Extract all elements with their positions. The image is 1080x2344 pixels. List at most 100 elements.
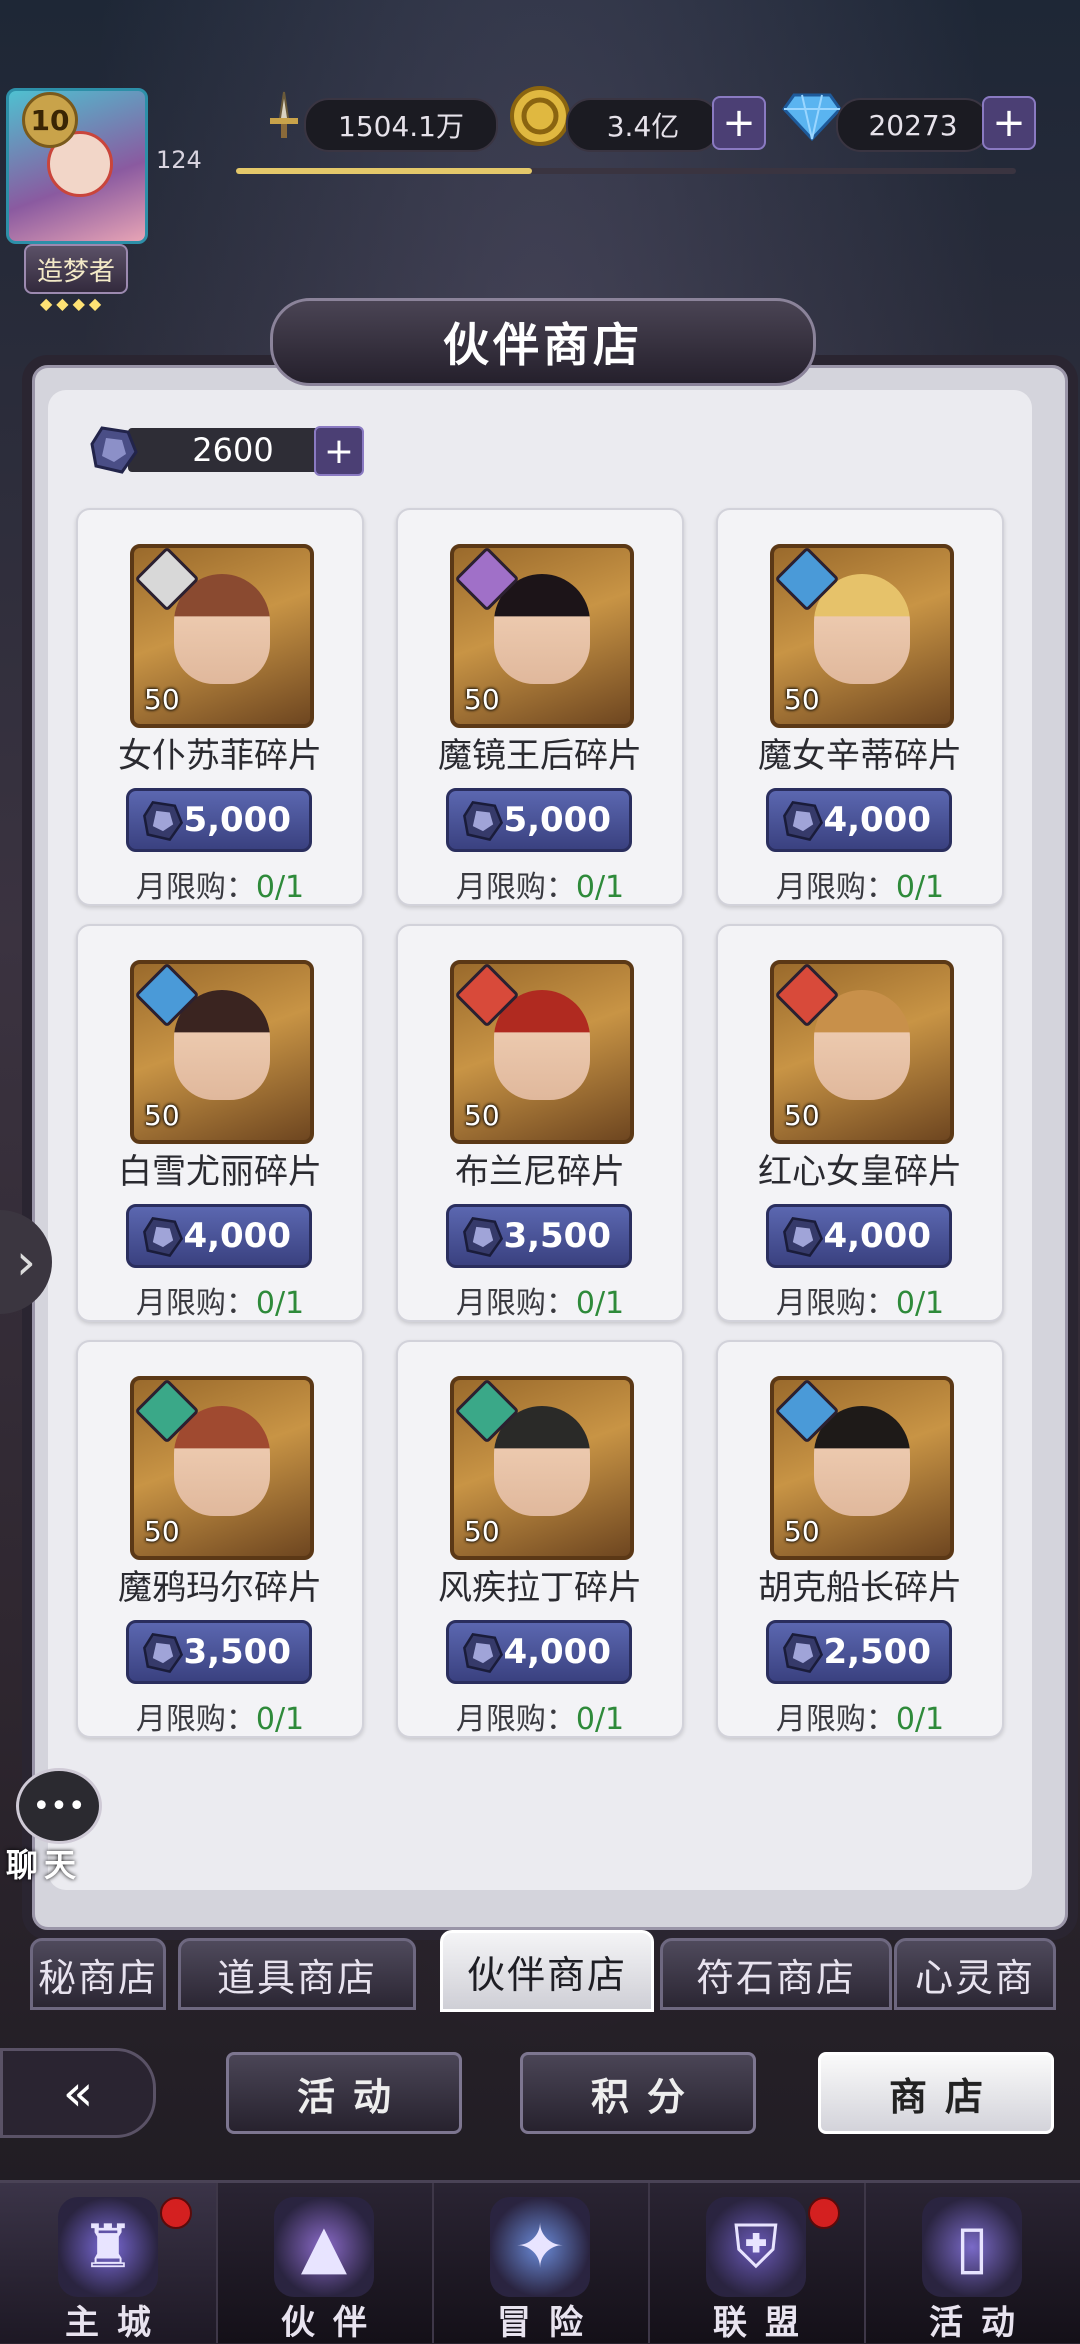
limit-value: 0/1 — [575, 870, 625, 905]
buy-button[interactable]: 2,500 — [766, 1620, 952, 1684]
buy-button[interactable]: 4,000 — [766, 788, 952, 852]
nav-label: 联盟 — [713, 2303, 817, 2343]
bottom-nav: ♜ 主城 ▲ 伙伴 ✦ 冒险 ⛨ 联盟 ▯ 活动 — [0, 2180, 1080, 2343]
shop-item-card[interactable]: 50 红心女皇碎片 4,000 月限购：0/1 — [716, 924, 1004, 1322]
gold-coin-icon — [508, 84, 572, 148]
chat-button[interactable]: ••• 聊天 — [6, 1768, 102, 1884]
fragment-count: 50 — [784, 683, 820, 716]
shop-item-card[interactable]: 50 魔女辛蒂碎片 4,000 月限购：0/1 — [716, 508, 1004, 906]
nav-1[interactable]: ♜ 主城 — [0, 2183, 218, 2343]
shop-currency: 2600 + — [88, 424, 370, 476]
player-level-badge: 10 — [22, 92, 78, 148]
nav-label: 伙伴 — [281, 2303, 385, 2343]
exp-bar-fill — [236, 168, 533, 174]
limit-label: 月限购： — [455, 1286, 576, 1321]
item-name: 布兰尼碎片 — [455, 1152, 625, 1192]
item-price: 4,000 — [503, 1632, 611, 1672]
purchase-limit: 月限购：0/1 — [718, 1278, 1002, 1322]
tab-3[interactable]: 伙伴商店 — [440, 1930, 654, 2012]
portrait-face — [494, 574, 590, 684]
partner-gem-icon — [783, 1633, 824, 1674]
power-value: 1504.1万 — [304, 98, 498, 152]
add-diamond-button[interactable]: + — [982, 96, 1036, 150]
tab-4[interactable]: 符石商店 — [660, 1938, 892, 2010]
castle-icon: ♜ — [58, 2197, 158, 2297]
item-name: 白雪尤丽碎片 — [118, 1152, 322, 1192]
subnav-button-2[interactable]: 积分 — [520, 2052, 756, 2134]
limit-value: 0/1 — [895, 870, 945, 905]
subnav-button-3[interactable]: 商店 — [818, 2052, 1054, 2134]
portrait-face — [174, 990, 270, 1100]
nav-label: 主城 — [65, 2303, 169, 2343]
shop-item-card[interactable]: 50 风疾拉丁碎片 4,000 月限购：0/1 — [396, 1340, 684, 1738]
item-name: 女仆苏菲碎片 — [118, 736, 322, 776]
tab-2[interactable]: 道具商店 — [178, 1938, 416, 2010]
limit-label: 月限购： — [135, 1286, 256, 1321]
item-name: 胡克船长碎片 — [758, 1568, 962, 1608]
buy-button[interactable]: 4,000 — [446, 1620, 632, 1684]
partner-portrait: 50 — [450, 544, 634, 728]
buy-button[interactable]: 3,500 — [126, 1620, 312, 1684]
buy-button[interactable]: 5,000 — [126, 788, 312, 852]
exp-bar — [236, 168, 1016, 174]
add-shop-currency-button[interactable]: + — [314, 426, 364, 476]
partner-gem-icon — [88, 424, 140, 476]
item-name: 魔镜王后碎片 — [438, 736, 642, 776]
nav-2[interactable]: ▲ 伙伴 — [216, 2183, 434, 2343]
limit-label: 月限购： — [775, 1702, 896, 1737]
limit-value: 0/1 — [575, 1286, 625, 1321]
partner-portrait: 50 — [450, 1376, 634, 1560]
tab-5[interactable]: 心灵商 — [894, 1938, 1056, 2010]
shop-item-card[interactable]: 50 胡克船长碎片 2,500 月限购：0/1 — [716, 1340, 1004, 1738]
add-gold-button[interactable]: + — [712, 96, 766, 150]
partner-portrait: 50 — [130, 544, 314, 728]
shop-item-card[interactable]: 50 白雪尤丽碎片 4,000 月限购：0/1 — [76, 924, 364, 1322]
shop-tabs: 秘商店 道具商店 伙伴商店 符石商店 心灵商 — [30, 1930, 1056, 2012]
limit-value: 0/1 — [255, 870, 305, 905]
portrait-face — [814, 574, 910, 684]
tab-1[interactable]: 秘商店 — [30, 1938, 166, 2010]
cards-icon: ▯ — [922, 2197, 1022, 2297]
shop-item-card[interactable]: 50 布兰尼碎片 3,500 月限购：0/1 — [396, 924, 684, 1322]
shop-currency-amount: 2600 — [128, 428, 338, 472]
item-price: 5,000 — [183, 800, 291, 840]
fragment-count: 50 — [464, 683, 500, 716]
nav-5[interactable]: ▯ 活动 — [864, 2183, 1080, 2343]
fragment-count: 50 — [464, 1099, 500, 1132]
buy-button[interactable]: 4,000 — [126, 1204, 312, 1268]
portrait-face — [494, 1406, 590, 1516]
shop-item-card[interactable]: 50 魔镜王后碎片 5,000 月限购：0/1 — [396, 508, 684, 906]
shop-title: 伙伴商店 — [270, 298, 816, 386]
shop-item-card[interactable]: 50 女仆苏菲碎片 5,000 月限购：0/1 — [76, 508, 364, 906]
shop-item-card[interactable]: 50 魔鸦玛尔碎片 3,500 月限购：0/1 — [76, 1340, 364, 1738]
fragment-count: 50 — [144, 683, 180, 716]
nav-label: 冒险 — [497, 2303, 601, 2343]
nav-4[interactable]: ⛨ 联盟 — [648, 2183, 866, 2343]
item-price: 3,500 — [503, 1216, 611, 1256]
buy-button[interactable]: 3,500 — [446, 1204, 632, 1268]
portrait-face — [174, 1406, 270, 1516]
partner-gem-icon — [783, 801, 824, 842]
nav-label: 活动 — [929, 2303, 1033, 2343]
notification-dot — [808, 2197, 840, 2229]
item-price: 5,000 — [503, 800, 611, 840]
buy-button[interactable]: 5,000 — [446, 788, 632, 852]
diamond-value: 20273 — [836, 98, 990, 152]
item-price: 4,000 — [823, 1216, 931, 1256]
partner-gem-icon — [463, 801, 504, 842]
player-title-tag: 造梦者 — [24, 244, 128, 294]
portrait-face — [814, 1406, 910, 1516]
chat-label: 聊天 — [6, 1846, 83, 1884]
fragment-count: 50 — [784, 1515, 820, 1548]
chat-bubble-icon: ••• — [16, 1768, 102, 1844]
back-arrow-icon[interactable]: « — [0, 2048, 156, 2138]
top-bar: 10 124 1504.1万 3.4亿 + 20273 + — [0, 0, 1080, 244]
limit-label: 月限购： — [775, 870, 896, 905]
title-stars: ◆◆◆◆ — [40, 294, 106, 313]
limit-label: 月限购： — [455, 1702, 576, 1737]
buy-button[interactable]: 4,000 — [766, 1204, 952, 1268]
nav-3[interactable]: ✦ 冒险 — [432, 2183, 650, 2343]
sub-nav: « 活动 积分 商店 — [0, 2038, 1080, 2150]
subnav-button-1[interactable]: 活动 — [226, 2052, 462, 2134]
compass-icon: ✦ — [490, 2197, 590, 2297]
